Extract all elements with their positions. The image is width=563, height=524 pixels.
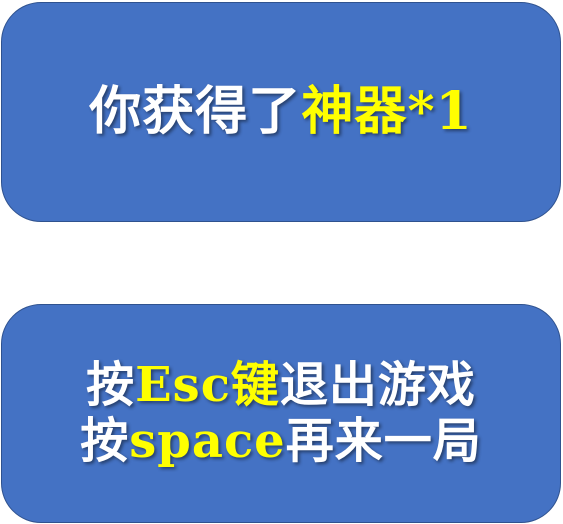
- restart-action-text: 再来一局: [285, 412, 482, 469]
- reward-message-panel: 你获得了神器*1: [1, 2, 561, 222]
- exit-instruction: 按Esc键退出游戏: [86, 358, 476, 413]
- restart-instruction: 按space再来一局: [80, 412, 482, 469]
- controls-instructions-panel: 按Esc键退出游戏 按space再来一局: [1, 304, 561, 523]
- reward-item-text: 神器*1: [301, 81, 473, 143]
- restart-prefix-text: 按: [80, 412, 130, 469]
- reward-message: 你获得了神器*1: [89, 82, 472, 142]
- reward-prefix-text: 你获得了: [89, 81, 302, 143]
- esc-key-label: Esc键: [135, 357, 280, 414]
- exit-action-text: 退出游戏: [279, 357, 476, 414]
- space-key-label: space: [129, 412, 286, 469]
- exit-prefix-text: 按: [86, 357, 136, 414]
